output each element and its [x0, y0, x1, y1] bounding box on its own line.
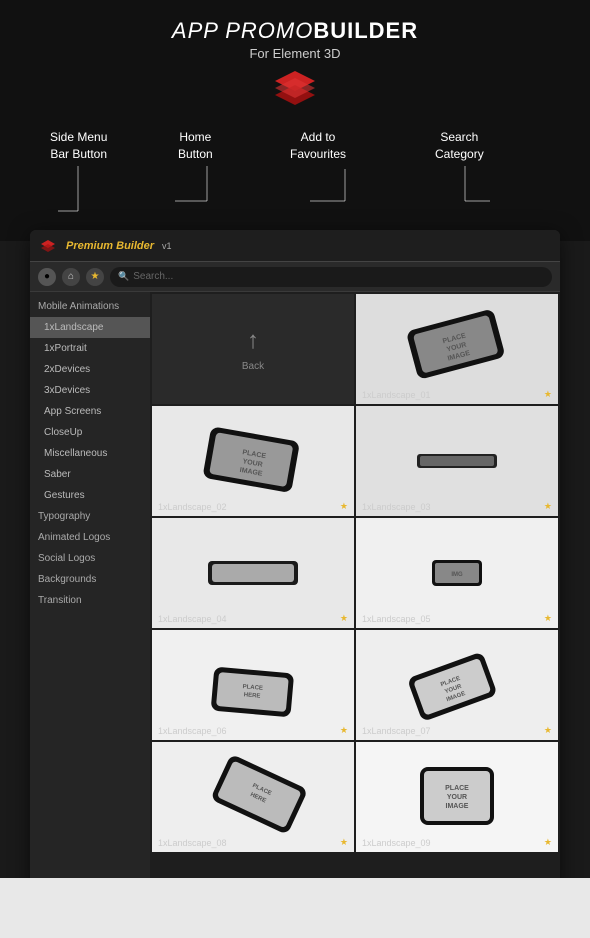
sidebar-item-2xdevices[interactable]: 2xDevices	[30, 359, 150, 380]
sidebar-item-miscellaneous[interactable]: Miscellaneous	[30, 443, 150, 464]
close-button[interactable]: ●	[38, 268, 56, 286]
label-search-category: SearchCategory	[435, 129, 484, 163]
grid-star-4[interactable]: ★	[340, 613, 348, 624]
annotation-area: Side MenuBar Button HomeButton Add toFav…	[0, 121, 590, 241]
svg-text:IMAGE: IMAGE	[446, 803, 469, 810]
title-promo: APP PROMO	[172, 18, 313, 43]
sidebar-item-mobile-animations[interactable]: Mobile Animations	[30, 296, 150, 317]
grid-star-5[interactable]: ★	[544, 613, 552, 624]
sidebar-item-saber[interactable]: Saber	[30, 464, 150, 485]
search-bar[interactable]: 🔍 Search...	[110, 267, 552, 287]
app-window-version: v1	[162, 241, 172, 251]
grid-star-3[interactable]: ★	[544, 501, 552, 512]
sidebar-item-app-screens[interactable]: App Screens	[30, 401, 150, 422]
sidebar-item-backgrounds[interactable]: Backgrounds	[30, 569, 150, 590]
svg-text:IMG: IMG	[451, 572, 463, 578]
grid-label-5: 1xLandscape_05	[362, 614, 431, 624]
mockup-3	[356, 406, 558, 516]
mockup-4	[152, 518, 354, 628]
sidebar-item-typography[interactable]: Typography	[30, 506, 150, 527]
app-title: APP PROMOBUILDER	[0, 18, 590, 44]
title-builder: BUILDER	[313, 18, 418, 43]
grid-star-2[interactable]: ★	[340, 501, 348, 512]
grid-label-6: 1xLandscape_06	[158, 726, 227, 736]
app-window: Premium Builder v1 ● ⌂ ★ 🔍 Search... Mob…	[30, 230, 560, 890]
svg-text:YOUR: YOUR	[447, 794, 467, 801]
grid-item-9[interactable]: PLACE YOUR IMAGE 1xLandscape_09 ★	[356, 742, 558, 852]
grid-item-4[interactable]: 1xLandscape_04 ★	[152, 518, 354, 628]
sidebar-item-closeup[interactable]: CloseUp	[30, 422, 150, 443]
bottom-section	[0, 878, 590, 938]
header: APP PROMOBUILDER For Element 3D	[0, 0, 590, 121]
grid-item-7[interactable]: PLACE YOUR IMAGE 1xLandscape_07 ★	[356, 630, 558, 740]
grid-label-9: 1xLandscape_09	[362, 838, 431, 848]
sidebar-item-social-logos[interactable]: Social Logos	[30, 548, 150, 569]
sidebar-item-1xportrait[interactable]: 1xPortrait	[30, 338, 150, 359]
label-side-menu: Side MenuBar Button	[50, 129, 107, 163]
grid-item-8[interactable]: PLACE HERE 1xLandscape_08 ★	[152, 742, 354, 852]
back-arrow-icon: ↑	[247, 327, 259, 355]
sidebar: Mobile Animations 1xLandscape 1xPortrait…	[30, 292, 150, 890]
label-home-button: HomeButton	[178, 129, 213, 163]
mockup-9: PLACE YOUR IMAGE	[356, 742, 558, 852]
app-titlebar: Premium Builder v1	[30, 230, 560, 262]
grid-label-2: 1xLandscape_02	[158, 502, 227, 512]
grid-star-1[interactable]: ★	[544, 389, 552, 400]
app-toolbar: ● ⌂ ★ 🔍 Search...	[30, 262, 560, 292]
main-grid: ↑ Back PLACE YOUR IMAGE	[150, 292, 560, 890]
grid-label-3: 1xLandscape_03	[362, 502, 431, 512]
app-logo	[273, 69, 317, 105]
app-window-title: Premium Builder	[66, 240, 154, 252]
grid-star-6[interactable]: ★	[340, 725, 348, 736]
mockup-8: PLACE HERE	[152, 742, 354, 852]
grid-item-1[interactable]: PLACE YOUR IMAGE 1xLandscape_01 ★	[356, 294, 558, 404]
grid-item-3[interactable]: 1xLandscape_03 ★	[356, 406, 558, 516]
grid-star-8[interactable]: ★	[340, 837, 348, 848]
star-button[interactable]: ★	[86, 268, 104, 286]
search-placeholder: Search...	[133, 271, 173, 282]
grid-label-4: 1xLandscape_04	[158, 614, 227, 624]
mockup-1: PLACE YOUR IMAGE	[356, 294, 558, 404]
grid-label-8: 1xLandscape_08	[158, 838, 227, 848]
sidebar-item-animated-logos[interactable]: Animated Logos	[30, 527, 150, 548]
grid-item-2[interactable]: PLACE YOUR IMAGE 1xLandscape_02 ★	[152, 406, 354, 516]
back-label: Back	[242, 361, 264, 372]
mockup-7: PLACE YOUR IMAGE	[356, 630, 558, 740]
sidebar-item-1xlandscape[interactable]: 1xLandscape	[30, 317, 150, 338]
grid-label-1: 1xLandscape_01	[362, 390, 431, 400]
grid-item-back[interactable]: ↑ Back	[152, 294, 354, 404]
mockup-5: IMG	[356, 518, 558, 628]
svg-text:PLACE: PLACE	[445, 785, 469, 792]
back-container: ↑ Back	[152, 294, 354, 404]
grid-star-7[interactable]: ★	[544, 725, 552, 736]
search-icon: 🔍	[118, 271, 129, 282]
sidebar-item-transition[interactable]: Transition	[30, 590, 150, 611]
grid-item-6[interactable]: PLACE HERE 1xLandscape_06 ★	[152, 630, 354, 740]
app-body: Mobile Animations 1xLandscape 1xPortrait…	[30, 292, 560, 890]
grid-item-5[interactable]: IMG 1xLandscape_05 ★	[356, 518, 558, 628]
app-subtitle: For Element 3D	[0, 46, 590, 61]
home-button[interactable]: ⌂	[62, 268, 80, 286]
label-add-favourites: Add toFavourites	[290, 129, 346, 163]
grid-star-9[interactable]: ★	[544, 837, 552, 848]
sidebar-item-gestures[interactable]: Gestures	[30, 485, 150, 506]
mockup-2: PLACE YOUR IMAGE	[152, 406, 354, 516]
mockup-6: PLACE HERE	[152, 630, 354, 740]
grid-label-7: 1xLandscape_07	[362, 726, 431, 736]
sidebar-item-3xdevices[interactable]: 3xDevices	[30, 380, 150, 401]
